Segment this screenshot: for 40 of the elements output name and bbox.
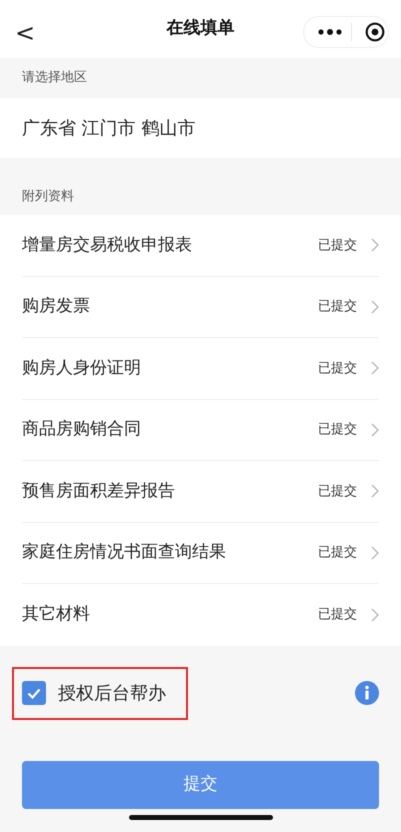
attachment-name: 购房发票 (22, 295, 91, 318)
attachment-row[interactable]: 购房人身份证明 已提交 (22, 338, 379, 400)
chevron-icon (371, 300, 379, 314)
attachment-name: 家庭住房情况书面查询结果 (22, 541, 227, 564)
more-icon[interactable] (318, 29, 342, 35)
chevron-icon (371, 361, 379, 376)
attachment-row[interactable]: 其它材料 已提交 (22, 584, 379, 646)
attachment-name: 购房人身份证明 (22, 356, 142, 380)
chevron-icon (371, 546, 379, 560)
status-text: 已提交 (318, 482, 357, 500)
attachment-name: 预售房面积差异报告 (22, 480, 176, 502)
close-icon[interactable] (365, 22, 385, 42)
attachment-row[interactable]: 商品房购销合同 已提交 (22, 400, 379, 461)
chevron-icon (371, 238, 379, 252)
section-label: 附列资料 (22, 188, 74, 206)
attachment-row[interactable]: 增量房交易税收申报表 已提交 (22, 215, 379, 276)
attachment-name: 其它材料 (22, 603, 91, 626)
attachment-row[interactable]: 家庭住房情况书面查询结果 已提交 (22, 522, 379, 584)
status-text: 已提交 (318, 360, 357, 378)
attachment-row[interactable]: 购房发票 已提交 (22, 276, 379, 338)
status-text: 已提交 (318, 236, 357, 254)
page-title: 在线填单 (166, 17, 234, 40)
chevron-icon (371, 422, 379, 437)
attachment-name: 商品房购销合同 (22, 418, 142, 441)
check-icon (27, 688, 41, 698)
checkbox-label: 授权后台帮办 (58, 682, 166, 706)
status-text: 已提交 (318, 606, 357, 624)
region-value: 广东省 江门市 鹤山市 (22, 116, 196, 140)
status-text: 已提交 (318, 544, 357, 562)
section-label: 请选择地区 (22, 69, 87, 88)
chevron-icon (371, 484, 379, 498)
region-row[interactable]: 广东省 江门市 鹤山市 (0, 98, 401, 158)
attachment-row[interactable]: 预售房面积差异报告 已提交 (22, 461, 379, 522)
chevron-icon (371, 608, 379, 622)
checkbox[interactable] (22, 681, 46, 705)
info-icon[interactable] (355, 681, 379, 705)
back-button[interactable]: < (14, 20, 36, 46)
status-text: 已提交 (318, 421, 357, 439)
attachment-name: 增量房交易税收申报表 (22, 234, 193, 256)
status-text: 已提交 (318, 298, 357, 316)
